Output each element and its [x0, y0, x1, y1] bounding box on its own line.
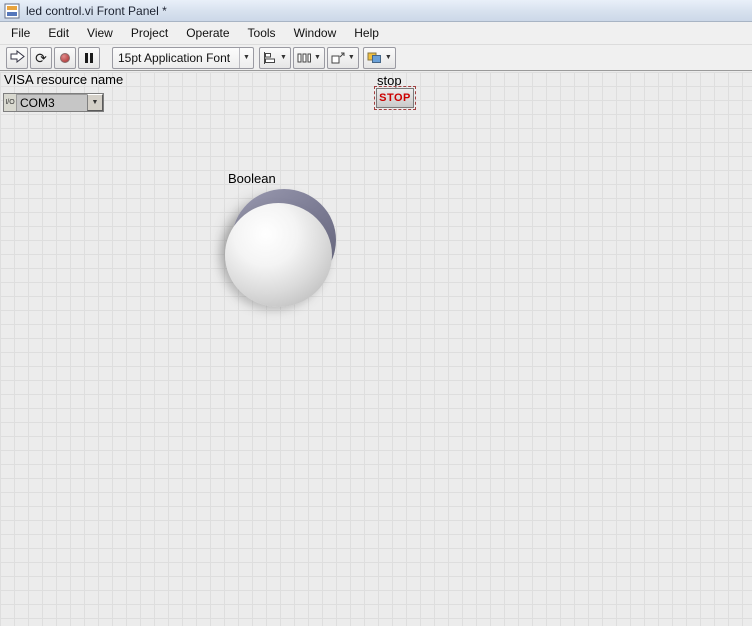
menubar: File Edit View Project Operate Tools Win… [0, 22, 752, 45]
pause-button[interactable] [78, 46, 100, 69]
menu-file[interactable]: File [2, 22, 39, 44]
distribute-objects-button[interactable]: ▼ [292, 46, 325, 69]
align-objects-icon [263, 51, 277, 64]
titlebar[interactable]: led control.vi Front Panel * [0, 0, 752, 22]
font-selector-value: 15pt Application Font [118, 50, 231, 65]
resize-objects-icon [331, 52, 345, 64]
chevron-down-icon: ▼ [243, 54, 250, 61]
visa-resource-value: COM3 [20, 95, 55, 110]
run-continuous-button[interactable]: ⟳ [30, 46, 52, 69]
font-selector-arrow[interactable]: ▼ [239, 47, 253, 68]
menu-edit[interactable]: Edit [39, 22, 78, 44]
visa-resource-label[interactable]: VISA resource name [4, 72, 123, 87]
stop-button[interactable]: STOP [374, 86, 416, 110]
boolean-button-dome [225, 203, 332, 307]
abort-button[interactable] [54, 46, 76, 69]
menu-window[interactable]: Window [285, 22, 346, 44]
font-selector[interactable]: 15pt Application Font ▼ [112, 46, 254, 69]
labview-window: led control.vi Front Panel * File Edit V… [0, 0, 752, 626]
distribute-objects-icon [297, 52, 311, 64]
window-title: led control.vi Front Panel * [26, 3, 167, 18]
resize-objects-button[interactable]: ▼ [326, 46, 359, 69]
menu-help[interactable]: Help [345, 22, 388, 44]
boolean-control-label[interactable]: Boolean [228, 171, 276, 186]
stop-control-label[interactable]: stop [377, 73, 402, 88]
menu-project[interactable]: Project [122, 22, 177, 44]
reorder-objects-button[interactable]: ▼ [362, 46, 396, 69]
pause-icon [85, 52, 93, 63]
chevron-down-icon: ▼ [347, 54, 355, 61]
chevron-down-icon: ▼ [384, 54, 392, 61]
run-arrow-icon [10, 49, 25, 66]
toolbar: ⟳ 15pt Application Font ▼ ▼ ▼ ▼ ▼ [0, 45, 752, 71]
menu-operate[interactable]: Operate [177, 22, 238, 44]
boolean-push-button[interactable] [219, 187, 345, 311]
chevron-down-icon: ▼ [313, 54, 321, 61]
visa-resource-combo[interactable]: I/O COM3 ▼ [3, 93, 104, 112]
run-continuous-icon: ⟳ [35, 49, 47, 66]
abort-icon [60, 52, 70, 63]
vi-icon [4, 3, 20, 19]
menu-tools[interactable]: Tools [239, 22, 285, 44]
chevron-down-icon: ▼ [280, 54, 287, 61]
chevron-down-icon: ▼ [91, 99, 99, 106]
menu-view[interactable]: View [78, 22, 122, 44]
align-objects-button[interactable]: ▼ [259, 46, 291, 69]
run-button[interactable] [6, 46, 28, 69]
reorder-objects-icon [367, 52, 382, 64]
io-icon: I/O [4, 94, 17, 111]
visa-dropdown-button[interactable]: ▼ [87, 94, 103, 111]
front-panel-canvas[interactable]: VISA resource name I/O COM3 ▼ stop STOP … [0, 72, 752, 626]
